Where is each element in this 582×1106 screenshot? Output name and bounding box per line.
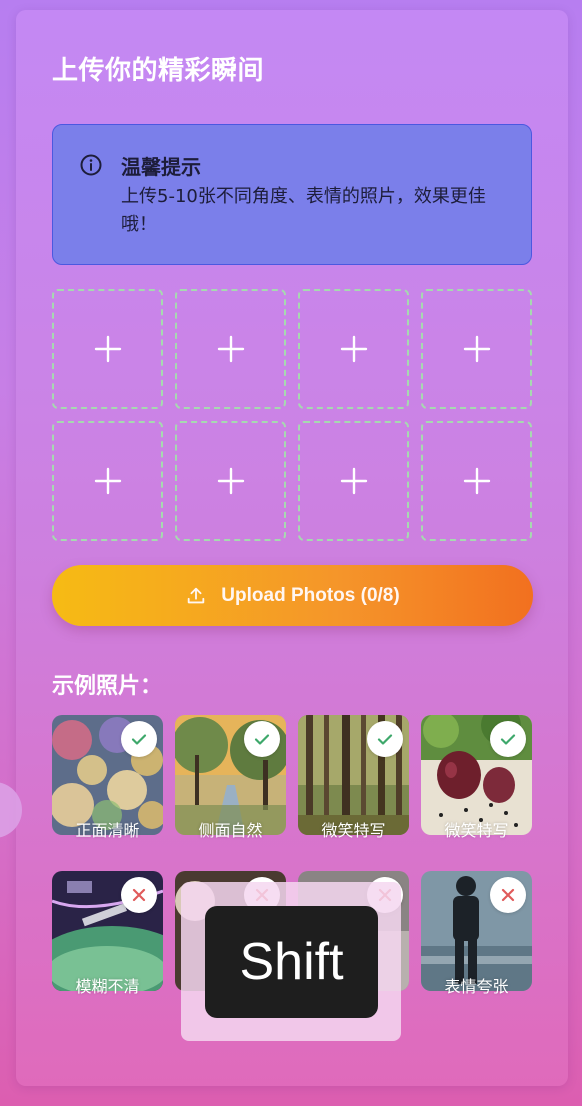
upload-slot[interactable] — [421, 421, 532, 541]
check-icon — [500, 734, 516, 745]
plus-icon — [463, 467, 490, 495]
example-caption: 正面清晰 — [75, 821, 140, 840]
plus-icon — [463, 335, 490, 363]
upload-icon — [188, 587, 205, 603]
example-caption: 微笑特写 — [321, 821, 386, 840]
upload-slot[interactable] — [52, 421, 163, 541]
shift-key-label: Shift — [239, 933, 344, 991]
tip-title: 温馨提示 — [121, 155, 201, 179]
approved-badge — [244, 721, 280, 757]
upload-button-label: Upload Photos (0/8) — [221, 584, 400, 606]
upload-slot[interactable] — [421, 289, 532, 409]
example-photo: 表情夸张 — [421, 871, 532, 996]
examples-title: 示例照片： — [52, 674, 163, 699]
upload-slot[interactable] — [298, 421, 409, 541]
example-photo: 正面清晰 — [52, 715, 163, 840]
tip-body: 上传5-10张不同角度、表情的照片，效果更佳哦！ — [121, 186, 486, 235]
example-photo: 微笑特写 — [298, 715, 409, 840]
plus-icon — [217, 467, 244, 495]
example-caption: 表情夸张 — [444, 977, 509, 996]
shift-key-indicator: Shift — [205, 906, 378, 1018]
example-caption: 模糊不清 — [75, 977, 140, 996]
example-photo: 模糊不清 — [52, 871, 163, 996]
upload-slot[interactable] — [175, 421, 286, 541]
check-icon — [377, 734, 393, 745]
rejected-badge — [490, 877, 526, 913]
example-caption: 微笑特写 — [444, 821, 509, 840]
example-photo: 侧面自然 — [175, 715, 286, 840]
plus-icon — [94, 335, 121, 363]
approved-badge — [367, 721, 403, 757]
cross-icon — [501, 888, 515, 902]
plus-icon — [94, 467, 121, 495]
check-icon — [254, 734, 270, 745]
upload-photos-button[interactable]: Upload Photos (0/8) — [52, 565, 533, 626]
example-photo: 微笑特写 — [421, 715, 532, 840]
approved-badge — [490, 721, 526, 757]
upload-slot[interactable] — [175, 289, 286, 409]
example-caption: 侧面自然 — [198, 821, 263, 840]
upload-slot[interactable] — [52, 289, 163, 409]
upload-slot[interactable] — [298, 289, 409, 409]
plus-icon — [340, 467, 367, 495]
rejected-badge — [121, 877, 157, 913]
tip-box: 温馨提示 上传5-10张不同角度、表情的照片，效果更佳哦！ — [52, 124, 532, 265]
cross-icon — [132, 888, 146, 902]
page-title: 上传你的精彩瞬间 — [52, 56, 265, 86]
check-icon — [131, 734, 147, 745]
plus-icon — [217, 335, 244, 363]
plus-icon — [340, 335, 367, 363]
info-icon — [79, 153, 103, 177]
approved-badge — [121, 721, 157, 757]
